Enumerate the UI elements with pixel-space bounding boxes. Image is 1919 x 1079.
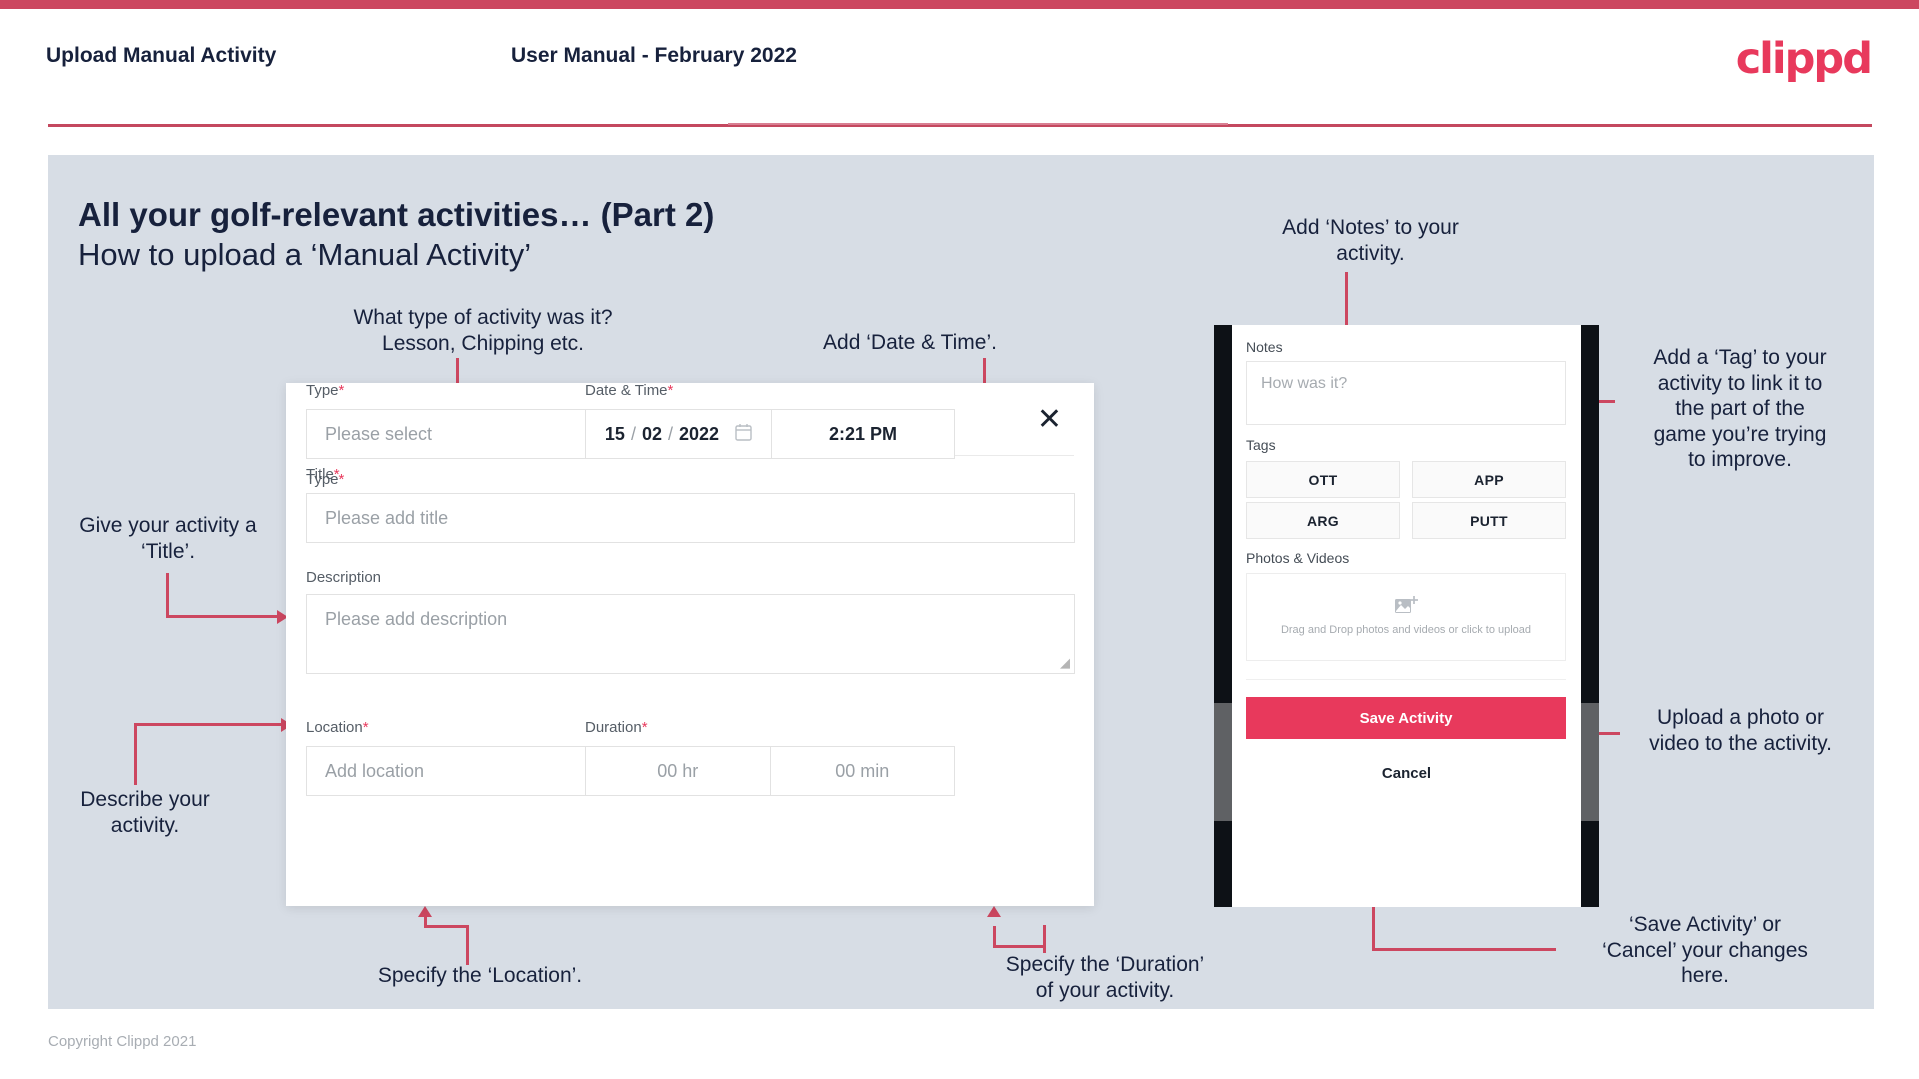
annotation-type: What type of activity was it? Lesson, Ch… — [353, 306, 613, 355]
tag-button-ott[interactable]: OTT — [1246, 461, 1400, 498]
annotation-datetime: Add ‘Date & Time’. — [823, 331, 997, 354]
datetime-label-text: Date & Time — [585, 382, 668, 399]
annotation-tags: Add a ‘Tag’ to your activity to link it … — [1653, 346, 1827, 472]
date-day: 15 — [604, 423, 625, 444]
phone-frame-right-accent — [1581, 703, 1599, 821]
photos-label: Photos & Videos — [1246, 550, 1350, 566]
location-placeholder: Add location — [325, 760, 425, 781]
date-sep-1: / — [630, 423, 636, 444]
photo-dropzone[interactable]: Drag and Drop photos and videos or click… — [1246, 573, 1566, 661]
annotation-line-loc-v3 — [424, 917, 427, 927]
annotation-duration: Specify the ‘Duration’ of your activity. — [1005, 953, 1205, 1002]
annotation-line-title-v — [166, 573, 169, 617]
time-input[interactable]: 2:21 PM — [772, 410, 954, 458]
phone-divider — [1246, 679, 1566, 680]
notes-label: Notes — [1246, 339, 1283, 355]
type-field-required: * — [338, 382, 345, 399]
top-accent-bar — [0, 0, 1919, 9]
phone-frame-left — [1214, 325, 1232, 907]
resize-handle-icon[interactable]: ◢ — [1060, 656, 1070, 671]
title-required-mark: * — [333, 466, 340, 483]
clippd-logo: clippd — [1735, 34, 1873, 84]
add-image-icon — [1395, 596, 1418, 614]
title-placeholder: Please add title — [325, 507, 449, 528]
phone-mockup: Notes How was it? Tags OTT APP ARG PUTT … — [1214, 325, 1599, 907]
slide-page: Upload Manual Activity User Manual - Feb… — [0, 0, 1919, 1079]
annotation-arrow-location — [418, 906, 432, 917]
phone-frame-right — [1581, 325, 1599, 907]
title-input[interactable]: Please add title — [306, 493, 1075, 543]
type-field-label-text: Type — [306, 382, 339, 399]
annotation-upload: Upload a photo or video to the activity. — [1649, 706, 1832, 755]
annotation-title: Give your activity a ‘Title’. — [79, 514, 257, 563]
annotation-line-loc-h — [424, 925, 469, 928]
annotation-location: Specify the ‘Location’. — [377, 964, 583, 987]
annotation-line-dur-v1 — [1043, 925, 1046, 953]
duration-label-text: Duration — [585, 719, 642, 736]
tag-button-putt[interactable]: PUTT — [1412, 502, 1566, 539]
header-divider — [48, 123, 1872, 127]
type-select[interactable]: Please select — [306, 409, 624, 459]
tag-button-app[interactable]: APP — [1412, 461, 1566, 498]
description-input[interactable]: Please add description ◢ — [306, 594, 1075, 674]
annotation-line-dur-v2 — [993, 926, 996, 946]
annotation-arrow-duration — [987, 906, 1001, 917]
datetime-label: Date & Time* — [585, 382, 673, 399]
datetime-field[interactable]: 15 / 02 / 2022 2:21 PM — [585, 409, 955, 459]
annotation-line-dt-v1 — [983, 358, 986, 385]
date-input[interactable]: 15 / 02 / 2022 — [586, 410, 772, 458]
description-field-label: Description — [306, 569, 381, 586]
slide-title-primary: All your golf-relevant activities… (Part… — [78, 196, 715, 233]
annotation-line-dur-h — [993, 945, 1046, 948]
tags-label: Tags — [1246, 437, 1276, 453]
description-label-text: Description — [306, 569, 382, 586]
annotation-description: Describe your activity. — [80, 788, 210, 837]
annotation-notes: Add ‘Notes’ to your activity. — [1282, 216, 1459, 265]
duration-hours-input[interactable]: 00 hr — [586, 747, 771, 795]
date-month: 02 — [641, 423, 662, 444]
annotation-save: ‘Save Activity’ or ‘Cancel’ your changes… — [1602, 913, 1808, 988]
type-field-label: Type* — [306, 382, 344, 399]
description-placeholder: Please add description — [325, 609, 508, 629]
cancel-button[interactable]: Cancel — [1232, 765, 1581, 782]
location-field-label: Location* — [306, 719, 369, 736]
location-label-text: Location — [306, 719, 363, 736]
copyright-text: Copyright Clippd 2021 — [48, 1033, 197, 1050]
annotation-line-title-h — [166, 615, 278, 618]
tag-button-arg[interactable]: ARG — [1246, 502, 1400, 539]
dropzone-text: Drag and Drop photos and videos or click… — [1280, 624, 1532, 637]
page-title: Upload Manual Activity — [46, 44, 277, 67]
type-placeholder: Please select — [325, 423, 433, 444]
manual-subtitle: User Manual - February 2022 — [511, 44, 797, 67]
duration-field-label: Duration* — [585, 719, 648, 736]
location-input[interactable]: Add location — [306, 746, 624, 796]
slide-title-secondary: How to upload a ‘Manual Activity’ — [78, 237, 532, 272]
notes-placeholder: How was it? — [1261, 375, 1348, 392]
date-year: 2022 — [679, 423, 720, 444]
title-field-label: Title* — [306, 466, 340, 483]
calendar-icon[interactable] — [735, 423, 752, 446]
location-required-mark: * — [362, 719, 369, 736]
date-sep-2: / — [668, 423, 674, 444]
annotation-line-desc-h — [134, 723, 282, 726]
annotation-line-save-h — [1372, 948, 1556, 951]
close-icon[interactable]: ✕ — [1037, 405, 1062, 435]
notes-input[interactable]: How was it? — [1246, 361, 1566, 425]
duration-required-mark: * — [641, 719, 648, 736]
save-activity-button[interactable]: Save Activity — [1246, 697, 1566, 739]
datetime-required-mark: * — [667, 382, 674, 399]
title-field-label-text: Title — [306, 466, 334, 483]
phone-screen: Notes How was it? Tags OTT APP ARG PUTT … — [1232, 325, 1581, 907]
annotation-line-desc-v — [134, 723, 137, 785]
duration-field[interactable]: 00 hr 00 min — [585, 746, 955, 796]
phone-frame-left-accent — [1214, 703, 1232, 821]
duration-minutes-input[interactable]: 00 min — [771, 747, 955, 795]
annotation-line-loc-v1 — [466, 925, 469, 965]
